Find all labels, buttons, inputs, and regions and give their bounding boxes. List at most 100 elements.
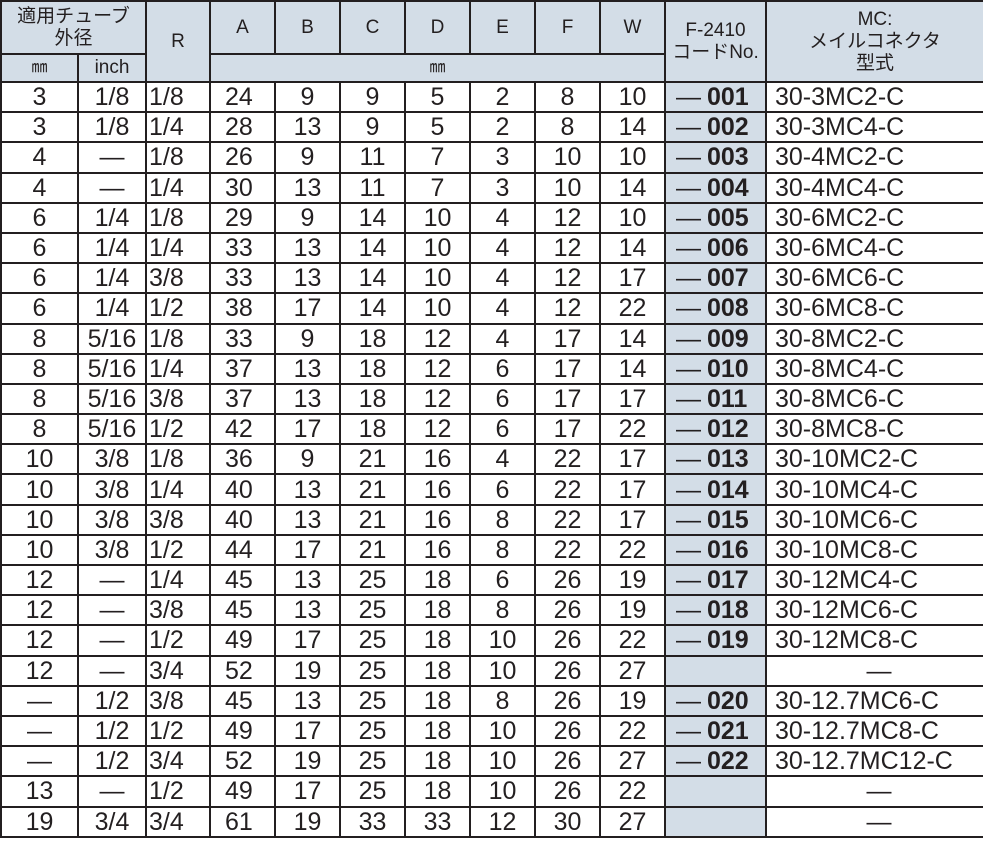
code-dash: — — [676, 83, 701, 112]
cell-f: 12 — [534, 292, 601, 325]
cell-w: 27 — [599, 745, 666, 778]
cell-r: 3/4 — [145, 745, 211, 778]
cell-model: 30-6MC6-C — [765, 262, 983, 295]
cell-tube-mm: 12 — [0, 624, 79, 657]
cell-tube-inch: — — [77, 171, 147, 204]
cell-code: —002 — [664, 111, 767, 144]
cell-a: 37 — [209, 352, 276, 385]
cell-f: 12 — [534, 201, 601, 234]
cell-tube-mm: 4 — [0, 141, 79, 174]
cell-d: 10 — [404, 262, 471, 295]
code-dash: — — [676, 113, 701, 142]
cell-model: 30-12MC4-C — [765, 563, 983, 597]
cell-tube-inch: 1/2 — [77, 714, 147, 748]
cell-tube-mm: 8 — [0, 413, 79, 446]
cell-code: —011 — [664, 382, 767, 416]
cell-c: 11 — [339, 171, 406, 204]
cell-model: 30-10MC8-C — [765, 533, 983, 567]
cell-model: 30-6MC4-C — [765, 231, 983, 265]
cell-b: 17 — [274, 624, 341, 657]
cell-e: 4 — [469, 443, 536, 476]
cell-c: 9 — [339, 80, 406, 114]
cell-tube-mm: 4 — [0, 171, 79, 204]
cell-w: 22 — [599, 775, 666, 808]
table-body: 3 1/8 1/8 24 9 9 5 2 8 10—001 30-3MC2-C 3 1/8 1/4 28 13… — [0, 80, 983, 838]
header-unit-inch: inch — [77, 53, 147, 83]
cell-tube-inch: 1/4 — [77, 262, 147, 295]
cell-b: 13 — [274, 231, 341, 265]
cell-r: 1/2 — [145, 413, 211, 446]
table-row: 10 3/8 1/8 36 9 21 16 4 22 17—013 30-10MC2-C — [0, 443, 983, 476]
code-dash: — — [676, 234, 701, 263]
cell-code — [664, 654, 767, 687]
table-row: 6 1/4 1/8 29 9 14 10 4 12 10—005 30-6MC2-C — [0, 201, 983, 234]
cell-tube-mm: 6 — [0, 231, 79, 265]
code-number: 016 — [707, 535, 749, 564]
cell-tube-inch: 3/8 — [77, 533, 147, 567]
cell-b: 19 — [274, 654, 341, 687]
cell-f: 17 — [534, 413, 601, 446]
cell-r: 1/8 — [145, 201, 211, 234]
cell-d: 5 — [404, 80, 471, 114]
cell-model: 30-6MC8-C — [765, 292, 983, 325]
cell-d: 10 — [404, 292, 471, 325]
table-header: 適用チューブ 外径 R A B C D E F W F-2410 コードNo. … — [0, 0, 983, 83]
code-dash: — — [676, 566, 701, 595]
cell-c: 25 — [339, 563, 406, 597]
cell-code — [664, 805, 767, 838]
cell-code: —005 — [664, 201, 767, 234]
cell-b: 13 — [274, 563, 341, 597]
cell-w: 14 — [599, 231, 666, 265]
code-dash: — — [676, 626, 701, 655]
cell-e: 3 — [469, 171, 536, 204]
table-row: 3 1/8 1/4 28 13 9 5 2 8 14—002 30-3MC4-C — [0, 111, 983, 144]
cell-c: 25 — [339, 684, 406, 717]
code-number: 019 — [707, 626, 749, 655]
code-number: 015 — [707, 505, 749, 534]
cell-e: 8 — [469, 594, 536, 627]
cell-f: 22 — [534, 533, 601, 567]
cell-model: 30-10MC2-C — [765, 443, 983, 476]
header-b: B — [274, 0, 341, 55]
code-dash: — — [676, 747, 701, 776]
cell-tube-mm: 3 — [0, 80, 79, 114]
cell-f: 26 — [534, 775, 601, 808]
cell-code: —021 — [664, 714, 767, 748]
cell-tube-inch: 1/8 — [77, 111, 147, 144]
cell-c: 25 — [339, 654, 406, 687]
header-tube-od: 適用チューブ 外径 — [0, 0, 147, 55]
cell-f: 8 — [534, 80, 601, 114]
cell-model: 30-12.7MC12-C — [765, 745, 983, 778]
cell-r: 3/4 — [145, 654, 211, 687]
cell-d: 12 — [404, 322, 471, 355]
cell-code: —022 — [664, 745, 767, 778]
code-dash: — — [676, 294, 701, 323]
cell-c: 21 — [339, 443, 406, 476]
cell-r: 1/8 — [145, 141, 211, 174]
code-dash: — — [676, 505, 701, 534]
table-row: 8 5/16 3/8 37 13 18 12 6 17 17—011 30-8MC6-C — [0, 382, 983, 416]
cell-tube-mm: — — [0, 714, 79, 748]
table-row: 4—1/8 26 9 11 7 3 10 10—003 30-4MC2-C — [0, 141, 983, 174]
cell-f: 30 — [534, 805, 601, 838]
cell-code: —017 — [664, 563, 767, 597]
cell-code: —020 — [664, 684, 767, 717]
cell-a: 42 — [209, 413, 276, 446]
cell-tube-inch: 5/16 — [77, 322, 147, 355]
cell-b: 13 — [274, 352, 341, 385]
cell-f: 26 — [534, 563, 601, 597]
cell-model: — — [765, 654, 983, 687]
table-row: 8 5/16 1/8 33 9 18 12 4 17 14—009 30-8MC2-C — [0, 322, 983, 355]
cell-r: 1/4 — [145, 352, 211, 385]
cell-b: 13 — [274, 473, 341, 506]
cell-r: 1/2 — [145, 624, 211, 657]
cell-c: 18 — [339, 322, 406, 355]
cell-r: 1/2 — [145, 714, 211, 748]
cell-a: 45 — [209, 563, 276, 597]
cell-w: 17 — [599, 443, 666, 476]
cell-c: 18 — [339, 352, 406, 385]
cell-r: 1/4 — [145, 473, 211, 506]
cell-f: 26 — [534, 745, 601, 778]
cell-e: 10 — [469, 654, 536, 687]
cell-b: 17 — [274, 292, 341, 325]
